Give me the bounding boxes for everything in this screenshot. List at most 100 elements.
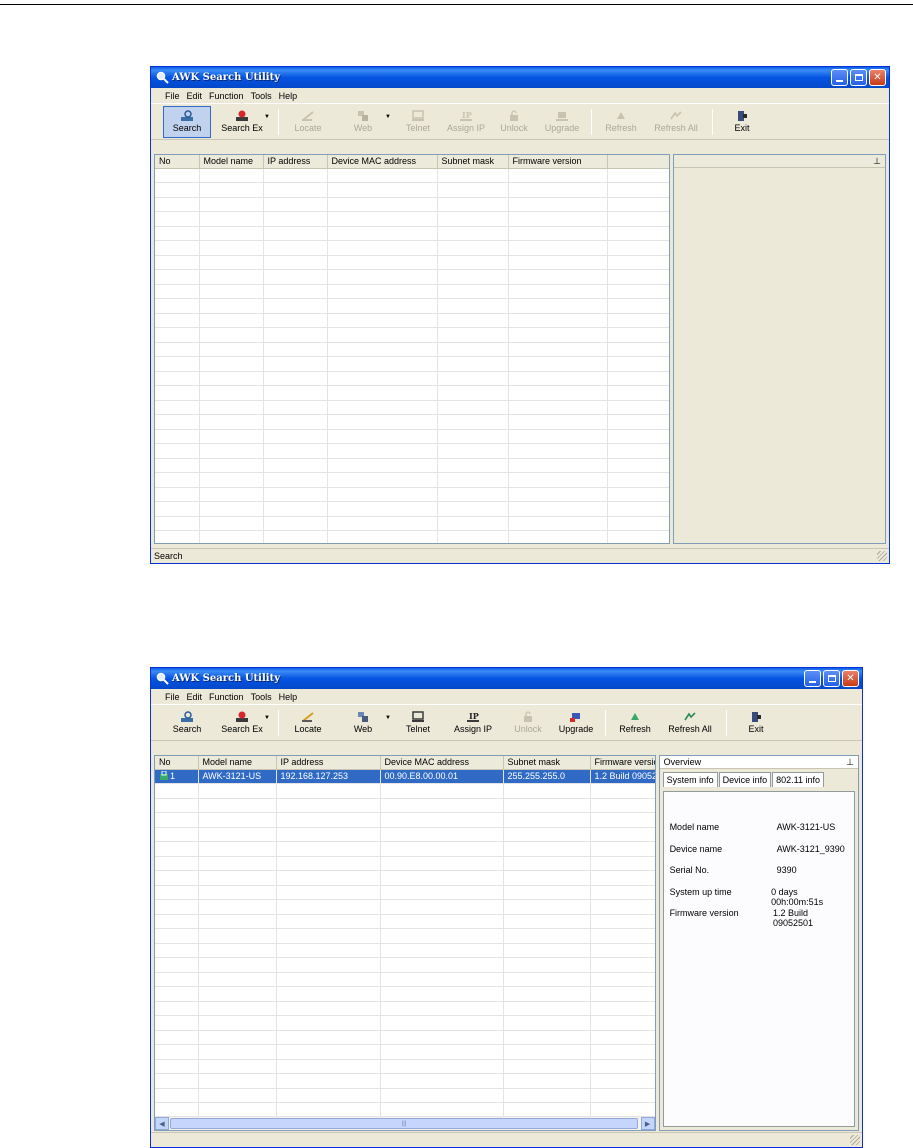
table-row[interactable] [155, 298, 670, 314]
table-row[interactable] [155, 472, 670, 488]
table-row[interactable] [155, 487, 670, 502]
table-row[interactable] [155, 269, 670, 285]
close-button[interactable]: ✕ [869, 69, 886, 86]
telnet-button[interactable]: Telnet [394, 106, 442, 138]
table-row[interactable] [155, 168, 670, 183]
refresh-button[interactable]: Refresh [597, 106, 645, 138]
table-row[interactable] [155, 197, 670, 212]
table-row[interactable] [155, 414, 670, 430]
unlock-button[interactable]: Unlock [504, 707, 552, 739]
minimize-button[interactable] [804, 670, 821, 687]
column-header-subnet-mask[interactable]: Subnet mask [437, 155, 509, 169]
table-row[interactable] [155, 443, 670, 459]
table-row[interactable] [155, 885, 655, 900]
menu-file[interactable]: File [165, 91, 180, 101]
locate-button[interactable]: Locate [284, 106, 332, 138]
refresh-all-button[interactable]: Refresh All [659, 707, 721, 739]
column-header-ip-address[interactable]: IP address [276, 756, 381, 770]
table-row[interactable] [155, 1059, 655, 1074]
column-header-model-name[interactable]: Model name [199, 155, 264, 169]
table-row[interactable] [155, 1001, 655, 1016]
web-button[interactable]: Web ▼ [332, 707, 394, 739]
search-button[interactable]: Search [163, 707, 211, 739]
menu-edit[interactable]: Edit [187, 91, 203, 101]
table-row[interactable] [155, 284, 670, 299]
table-row[interactable] [155, 342, 670, 357]
close-button[interactable]: ✕ [842, 670, 859, 687]
menu-edit[interactable]: Edit [187, 692, 203, 702]
resize-grip-icon[interactable] [877, 551, 887, 561]
table-row[interactable] [155, 1102, 655, 1118]
table-row[interactable] [155, 943, 655, 958]
upgrade-button[interactable]: Upgrade [538, 106, 586, 138]
table-row[interactable] [155, 516, 670, 531]
table-row[interactable] [155, 458, 670, 473]
table-row[interactable]: 1 AWK-3121-US 192.168.127.253 00.90.E8.00.0… [155, 769, 655, 784]
table-row[interactable] [155, 856, 655, 871]
table-row[interactable] [155, 530, 670, 543]
horizontal-scrollbar[interactable]: ◀ ||| ▶ [155, 1116, 655, 1130]
table-row[interactable] [155, 783, 655, 799]
dropdown-arrow-icon[interactable]: ▼ [385, 114, 391, 120]
table-row[interactable] [155, 240, 670, 256]
table-row[interactable] [155, 841, 655, 857]
scroll-left-icon[interactable]: ◀ [155, 1117, 169, 1130]
table-row[interactable] [155, 972, 655, 987]
refresh-all-button[interactable]: Refresh All [645, 106, 707, 138]
menu-help[interactable]: Help [279, 91, 298, 101]
menu-file[interactable]: File [165, 692, 180, 702]
table-row[interactable] [155, 1015, 655, 1031]
dropdown-arrow-icon[interactable]: ▼ [264, 715, 270, 721]
resize-grip-icon[interactable] [850, 1135, 860, 1145]
refresh-button[interactable]: Refresh [611, 707, 659, 739]
column-header-subnet-mask[interactable]: Subnet mask [503, 756, 591, 770]
upgrade-button[interactable]: Upgrade [552, 707, 600, 739]
table-row[interactable] [155, 429, 670, 444]
table-row[interactable] [155, 914, 655, 929]
tab-device-info[interactable]: Device info [718, 772, 772, 787]
table-row[interactable] [155, 870, 655, 886]
dropdown-arrow-icon[interactable]: ▼ [385, 715, 391, 721]
column-header-ip-address[interactable]: IP address [263, 155, 328, 169]
menu-function[interactable]: Function [209, 692, 244, 702]
pin-icon[interactable]: ⊥ [846, 757, 854, 768]
table-row[interactable] [155, 226, 670, 241]
maximize-button[interactable] [850, 69, 867, 86]
scrollbar-thumb[interactable]: ||| [170, 1118, 638, 1129]
maximize-button[interactable] [823, 670, 840, 687]
locate-button[interactable]: Locate [284, 707, 332, 739]
dropdown-arrow-icon[interactable]: ▼ [264, 114, 270, 120]
pin-icon[interactable]: ⊥ [873, 156, 881, 167]
search-ex-button[interactable]: Search Ex ▼ [211, 106, 273, 138]
column-header-mac-address[interactable]: Device MAC address [327, 155, 438, 169]
table-row[interactable] [155, 182, 670, 198]
table-row[interactable] [155, 313, 670, 328]
column-header-firmware-version[interactable]: Firmware version [508, 155, 608, 169]
table-row[interactable] [155, 1088, 655, 1103]
table-row[interactable] [155, 1044, 655, 1060]
table-row[interactable] [155, 1073, 655, 1089]
table-row[interactable] [155, 356, 670, 372]
table-row[interactable] [155, 371, 670, 386]
column-header-model-name[interactable]: Model name [198, 756, 277, 770]
unlock-button[interactable]: Unlock [490, 106, 538, 138]
table-row[interactable] [155, 798, 655, 813]
menu-help[interactable]: Help [279, 692, 298, 702]
minimize-button[interactable] [831, 69, 848, 86]
exit-button[interactable]: Exit [732, 707, 780, 739]
title-bar[interactable]: AWK Search Utility ✕ [151, 67, 889, 88]
table-row[interactable] [155, 986, 655, 1002]
search-button[interactable]: Search [163, 105, 211, 138]
device-list[interactable]: No Model name IP address Device MAC addr… [154, 755, 656, 1131]
scroll-right-icon[interactable]: ▶ [640, 1117, 655, 1130]
table-row[interactable] [155, 327, 670, 343]
table-row[interactable] [155, 957, 655, 973]
column-header-no[interactable]: No [155, 155, 200, 169]
table-row[interactable] [155, 928, 655, 944]
assign-ip-button[interactable]: IP Assign IP [442, 707, 504, 739]
device-list[interactable]: No Model name IP address Device MAC addr… [154, 154, 671, 544]
menu-tools[interactable]: Tools [251, 692, 272, 702]
web-button[interactable]: Web ▼ [332, 106, 394, 138]
table-row[interactable] [155, 812, 655, 828]
search-ex-button[interactable]: Search Ex ▼ [211, 707, 273, 739]
